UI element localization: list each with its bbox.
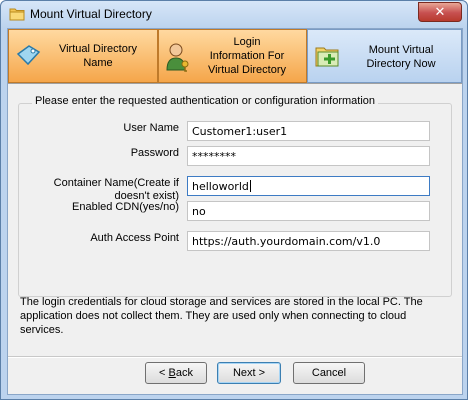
step-mount-now: Mount Virtual Directory Now [307, 29, 462, 83]
step-label-line: Virtual Directory [207, 64, 287, 76]
step-label-line: Directory Now [366, 58, 436, 70]
dialog-client: Virtual Directory Name Login Information… [7, 28, 463, 395]
next-button[interactable]: Next > [217, 362, 281, 384]
back-mnemonic: B [168, 367, 176, 379]
folder-add-icon [315, 47, 339, 67]
close-button[interactable]: ✕ [418, 2, 462, 22]
back-button[interactable]: < Back [145, 362, 207, 384]
username-field[interactable]: Customer1:user1 [187, 121, 430, 141]
auth-access-point-label: Auth Access Point [90, 232, 179, 244]
step-label-line: Mount Virtual [368, 44, 434, 56]
container-name-label: Container Name(Create if doesn't exist) [48, 177, 179, 203]
wizard-steps: Virtual Directory Name Login Information… [8, 29, 462, 84]
auth-access-point-field[interactable]: https://auth.yourdomain.com/v1.0 [187, 231, 430, 251]
password-label: Password [130, 147, 179, 159]
step-label-line: Information For [209, 50, 285, 62]
credentials-info-text: The login credentials for cloud storage … [20, 296, 423, 336]
step-login-information: Login Information For Virtual Directory [158, 29, 307, 83]
step-virtual-directory-name: Virtual Directory Name [8, 29, 158, 83]
password-field[interactable]: ******** [187, 146, 430, 166]
container-label-line: Container Name(Create if [53, 177, 179, 189]
cdn-label: Enabled CDN(yes/no) [72, 201, 179, 213]
window-title: Mount Virtual Directory [30, 7, 152, 21]
back-prefix: < [159, 367, 169, 379]
title-bar[interactable]: Mount Virtual Directory ✕ [1, 1, 467, 28]
user-key-icon [166, 43, 189, 72]
username-label: User Name [123, 122, 179, 134]
back-rest: ack [175, 367, 193, 379]
group-title: Please enter the requested authenticatio… [32, 95, 378, 107]
divider [8, 356, 462, 358]
dialog-window: Mount Virtual Directory ✕ Virtual Direct… [0, 0, 468, 400]
step-label-line: Virtual Directory [58, 43, 138, 55]
cancel-button[interactable]: Cancel [293, 362, 365, 384]
cdn-field[interactable]: no [187, 201, 430, 221]
text-caret [249, 180, 251, 192]
folder-icon [9, 8, 25, 21]
tag-icon [16, 45, 41, 66]
container-name-field[interactable]: helloworld [187, 176, 430, 196]
step-label-line: Login [233, 36, 261, 48]
container-name-value: helloworld [192, 180, 249, 193]
step-label-line: Name [83, 57, 113, 69]
